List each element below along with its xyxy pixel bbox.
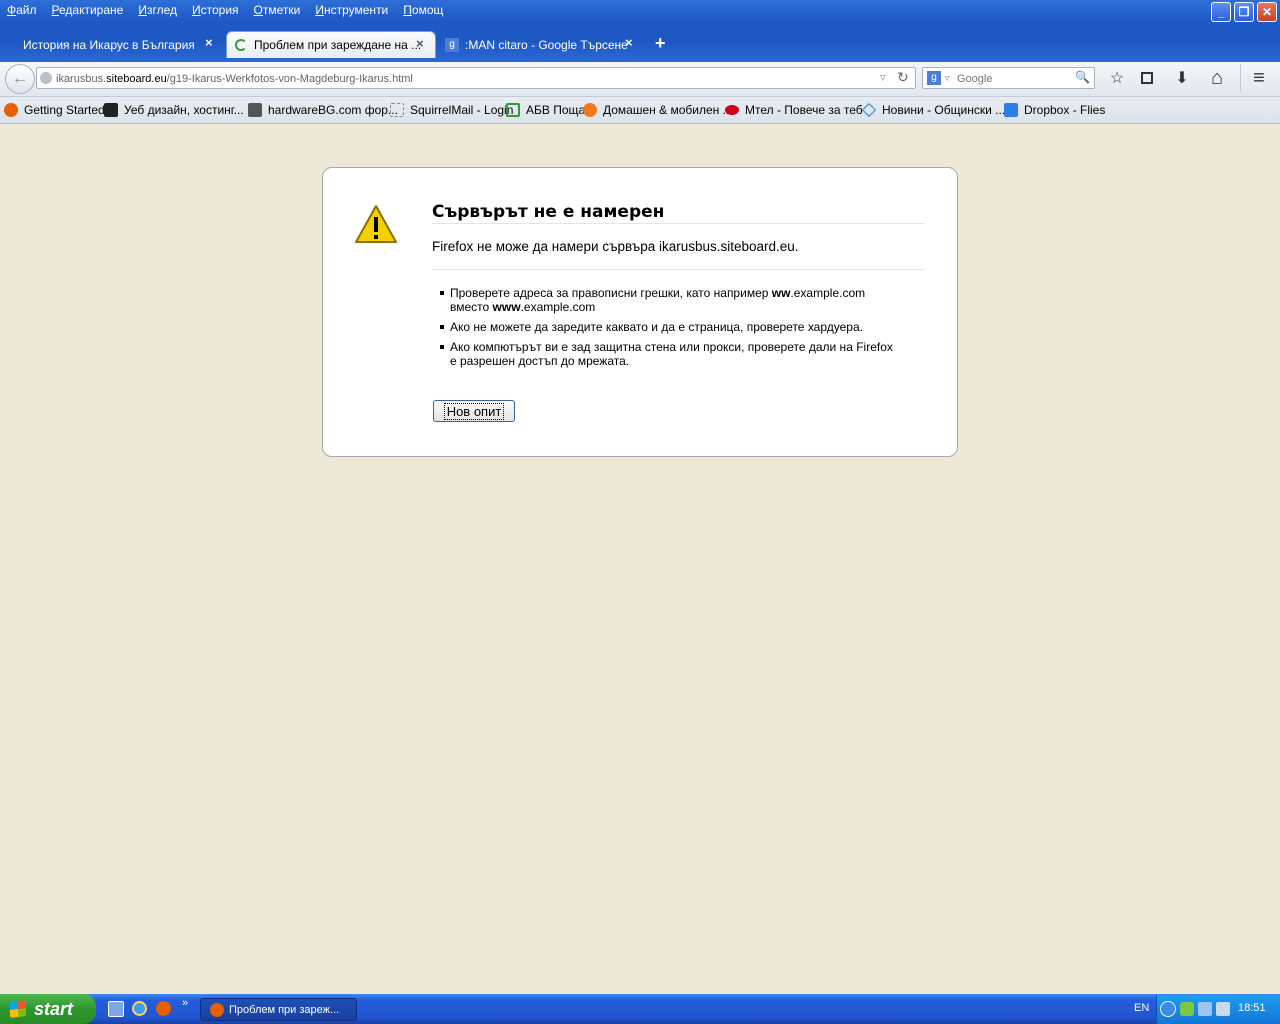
error-description: Firefox не може да намери сървъра ikarus… <box>432 239 799 254</box>
url-dropdown-icon[interactable]: ▿ <box>880 71 886 84</box>
taskbar-label: Проблем при зареж... <box>229 1003 340 1016</box>
bookmark-label: Dropbox - Flies <box>1024 103 1106 117</box>
windows-logo-icon <box>10 1000 26 1018</box>
divider <box>432 269 925 270</box>
bookmark-hardwarebg[interactable]: hardwareBG.com фор... <box>248 103 398 117</box>
bookmark-getting-started[interactable]: Getting Started <box>4 103 105 117</box>
language-indicator[interactable]: EN <box>1134 1002 1149 1014</box>
tray-expand-icon[interactable] <box>1160 1001 1176 1017</box>
bookmark-web-design[interactable]: Уеб дизайн, хостинг... <box>104 103 244 117</box>
search-input[interactable]: Google <box>957 73 992 85</box>
firefox-icon <box>4 103 18 117</box>
tab-label: :MAN citaro - Google Търсене <box>465 37 628 52</box>
bookmark-home-mobile[interactable]: Домашен & мобилен ... <box>583 103 733 117</box>
firefox-quicklaunch-icon[interactable] <box>156 1001 171 1016</box>
bookmark-label: Новини - Общински ... <box>882 103 1006 117</box>
restore-button[interactable]: ❐ <box>1234 2 1254 22</box>
error-title: Сървърът не е намерен <box>432 202 665 222</box>
bookmark-label: Мтел - Повече за теб <box>745 103 863 117</box>
hardwarebg-icon <box>248 103 262 117</box>
tab-close-icon[interactable]: × <box>416 36 424 51</box>
tab-google-search[interactable]: g :MAN citaro - Google Търсене × <box>440 31 640 58</box>
search-engine-icon[interactable]: g <box>927 71 941 85</box>
toolbar-divider <box>1240 64 1241 92</box>
url-text[interactable]: ikarusbus.siteboard.eu/g19-Ikarus-Werkfo… <box>56 73 413 85</box>
search-engine-dropdown-icon[interactable]: ▿ <box>945 73 950 84</box>
taskbar-firefox-window[interactable]: Проблем при зареж... <box>200 998 357 1021</box>
retry-button[interactable]: Нов опит <box>433 400 515 422</box>
menu-tools[interactable]: Инструменти <box>308 0 396 20</box>
loading-spinner-icon <box>235 39 247 51</box>
search-icon[interactable]: 🔍 <box>1075 70 1090 84</box>
bookmark-abv-mail[interactable]: АБВ Поща <box>506 103 585 117</box>
mtel-icon <box>725 105 739 115</box>
security-icon[interactable] <box>1180 1002 1194 1016</box>
bookmark-mtel[interactable]: Мтел - Повече за теб <box>725 103 863 117</box>
retry-label: Нов опит <box>443 402 505 420</box>
menu-help[interactable]: Помощ <box>396 0 451 20</box>
title-divider <box>432 223 925 224</box>
close-window-button[interactable]: ✕ <box>1257 2 1277 22</box>
news-icon <box>861 102 877 118</box>
volume-icon[interactable] <box>1216 1002 1230 1016</box>
network-icon[interactable] <box>1198 1002 1212 1016</box>
menu-file[interactable]: Файл <box>0 0 45 20</box>
list-item: Ако компютърът ви е зад защитна стена ил… <box>440 340 900 368</box>
reload-icon[interactable]: ↻ <box>897 69 909 86</box>
tab-ikarus-history[interactable]: История на Икарус в България × <box>8 31 224 58</box>
bookmark-label: SquirrelMail - Login <box>410 103 514 117</box>
quicklaunch-chevron-icon[interactable]: » <box>182 997 188 1009</box>
star-icon[interactable]: ☆ <box>1106 67 1128 89</box>
dropbox-icon <box>1004 103 1018 117</box>
google-icon: g <box>445 37 459 52</box>
taskbar <box>0 994 1280 1024</box>
bookmark-label: Getting Started <box>24 103 105 117</box>
bookmark-squirrelmail[interactable]: SquirrelMail - Login <box>390 103 513 117</box>
internet-explorer-icon[interactable] <box>132 1001 147 1016</box>
clock: 18:51 <box>1238 1002 1266 1014</box>
menu-history[interactable]: История <box>185 0 247 20</box>
vivacom-icon <box>583 103 597 117</box>
firefox-icon <box>210 1003 224 1017</box>
menu-icon[interactable]: ≡ <box>1248 67 1270 89</box>
tab-close-icon[interactable]: × <box>205 35 213 50</box>
menu-bookmarks[interactable]: Отметки <box>247 0 309 20</box>
list-item: Ако не можете да заредите каквато и да е… <box>440 320 900 334</box>
tab-label: История на Икарус в България <box>23 37 195 52</box>
minimize-button[interactable]: _ <box>1211 2 1231 22</box>
bookmarks-list-icon[interactable] <box>1136 67 1158 89</box>
menu-edit[interactable]: Редактиране <box>45 0 132 20</box>
error-suggestions: Проверете адреса за правописни грешки, к… <box>440 286 900 374</box>
tab-label: Проблем при зареждане на ... <box>254 38 422 52</box>
start-button[interactable]: start <box>0 994 96 1024</box>
tab-load-problem[interactable]: Проблем при зареждане на ... × <box>226 31 436 58</box>
page-icon <box>390 103 404 117</box>
warning-icon <box>355 205 397 243</box>
download-icon[interactable]: ⬇ <box>1171 67 1193 89</box>
menu-bar: Файл Редактиране Изглед История Отметки … <box>0 0 451 20</box>
tab-close-icon[interactable]: × <box>625 35 633 50</box>
back-button[interactable]: ← <box>5 64 35 94</box>
home-icon[interactable]: ⌂ <box>1206 67 1228 89</box>
bookmark-dropbox[interactable]: Dropbox - Flies <box>1004 103 1105 117</box>
bookmark-label: Уеб дизайн, хостинг... <box>124 103 244 117</box>
site-identity-icon[interactable] <box>40 72 52 84</box>
show-desktop-icon[interactable] <box>108 1001 124 1017</box>
start-label: start <box>34 998 74 1019</box>
abv-icon <box>506 103 520 117</box>
menu-view[interactable]: Изглед <box>131 0 185 20</box>
bookmark-label: АБВ Поща <box>526 103 586 117</box>
bookmark-label: hardwareBG.com фор... <box>268 103 398 117</box>
web-design-icon <box>104 103 118 117</box>
list-item: Проверете адреса за правописни грешки, к… <box>440 286 900 314</box>
bookmark-news[interactable]: Новини - Общински ... <box>861 102 1006 118</box>
bookmark-label: Домашен & мобилен ... <box>603 103 733 117</box>
new-tab-button[interactable]: + <box>655 33 666 54</box>
